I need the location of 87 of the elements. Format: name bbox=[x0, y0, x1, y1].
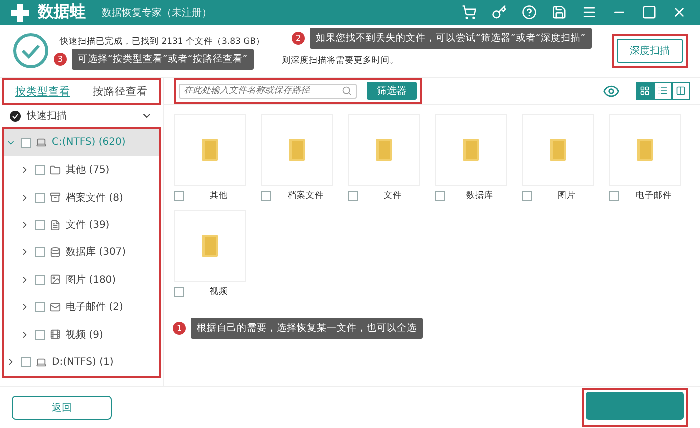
folder-icon bbox=[202, 235, 218, 257]
checkbox[interactable] bbox=[348, 191, 358, 201]
scan-note: 则深度扫描将需要更多时间。 bbox=[282, 54, 399, 66]
annotation-tooltip: 可选择“按类型查看”或者“按路径查看” bbox=[72, 49, 254, 70]
folder-name: 文件 bbox=[383, 190, 403, 202]
columns-view-button[interactable] bbox=[672, 82, 690, 100]
tree-label: 文件 (39) bbox=[66, 218, 110, 232]
checkbox[interactable] bbox=[21, 357, 31, 368]
checkbox[interactable] bbox=[435, 191, 445, 201]
tree-item[interactable]: D:(NTFS) (1) bbox=[4, 348, 159, 376]
tree-item[interactable]: 其他 (75) bbox=[4, 156, 159, 184]
scan-summary: 快速扫描已完成，已找到 2131 个文件（3.83 GB） bbox=[60, 36, 266, 48]
grid-view-button[interactable] bbox=[636, 82, 654, 100]
check-icon bbox=[10, 110, 21, 122]
folder-tile[interactable] bbox=[522, 114, 594, 186]
app-name: 数据蛙 bbox=[38, 2, 86, 23]
checkbox[interactable] bbox=[21, 138, 31, 148]
drive-icon bbox=[36, 356, 47, 368]
tree-label: 电子邮件 (2) bbox=[66, 300, 124, 314]
folder-name: 档案文件 bbox=[287, 190, 325, 202]
checkbox[interactable] bbox=[609, 191, 619, 201]
folder-name: 电子邮件 bbox=[635, 190, 673, 202]
folder-tile[interactable] bbox=[261, 114, 333, 186]
step-number: 3 bbox=[54, 53, 67, 66]
folder-name: 视频 bbox=[209, 286, 229, 298]
folder-tile[interactable] bbox=[609, 114, 681, 186]
image-icon bbox=[50, 274, 61, 286]
window-title: 数据恢复专家（未注册） bbox=[102, 6, 213, 20]
columns-icon bbox=[676, 86, 686, 96]
checkbox[interactable] bbox=[35, 220, 45, 230]
tree-label: C:(NTFS) (620) bbox=[52, 137, 126, 148]
checkbox[interactable] bbox=[174, 191, 184, 201]
step-number: 2 bbox=[292, 32, 305, 45]
video-icon bbox=[50, 329, 61, 340]
folder-icon bbox=[376, 139, 392, 161]
tree-item[interactable]: 文件 (39) bbox=[4, 211, 159, 239]
checkbox[interactable] bbox=[35, 330, 45, 340]
filter-button[interactable]: 筛选器 bbox=[367, 82, 417, 100]
tree-item[interactable]: 图片 (180) bbox=[4, 266, 159, 294]
check-circle-icon bbox=[12, 32, 50, 70]
tree-label: 数据库 (307) bbox=[66, 246, 126, 260]
annotation-tooltip: 根据自己的需要，选择恢复某一文件，也可以全选 bbox=[191, 318, 423, 339]
folder-icon bbox=[289, 139, 305, 161]
deep-scan-button[interactable]: 深度扫描 bbox=[617, 39, 683, 63]
grid-icon bbox=[640, 86, 650, 96]
list-icon bbox=[658, 86, 668, 96]
archive-icon bbox=[50, 192, 61, 204]
checkbox[interactable] bbox=[35, 302, 45, 312]
scan-mode-label: 快速扫描 bbox=[27, 110, 68, 123]
tree-label: 其他 (75) bbox=[66, 164, 110, 178]
tree-item[interactable]: 数据库 (307) bbox=[4, 238, 159, 266]
drive-icon bbox=[36, 137, 47, 148]
database-icon bbox=[50, 246, 61, 258]
tree-label: 视频 (9) bbox=[66, 328, 104, 342]
checkbox[interactable] bbox=[522, 191, 532, 201]
folder-name: 其他 bbox=[209, 190, 229, 202]
tree-label: 档案文件 (8) bbox=[66, 192, 124, 205]
folder-tile[interactable] bbox=[174, 210, 246, 282]
folder-name: 图片 bbox=[557, 190, 577, 202]
checkbox[interactable] bbox=[35, 247, 45, 258]
tree-label: 图片 (180) bbox=[66, 274, 116, 287]
list-view-button[interactable] bbox=[654, 82, 672, 100]
tree-item[interactable]: 档案文件 (8) bbox=[4, 184, 159, 212]
folder-tile[interactable] bbox=[348, 114, 420, 186]
folder-icon bbox=[637, 139, 653, 161]
checkbox[interactable] bbox=[261, 191, 271, 201]
search-icon[interactable] bbox=[342, 86, 352, 96]
step-number: 1 bbox=[173, 322, 186, 335]
folder-icon bbox=[550, 139, 566, 161]
checkbox[interactable] bbox=[35, 165, 45, 176]
email-icon bbox=[50, 302, 61, 313]
annotation-tooltip: 如果您找不到丢失的文件，可以尝试“筛选器”或者“深度扫描” bbox=[310, 28, 592, 49]
checkbox[interactable] bbox=[35, 274, 45, 285]
back-button[interactable]: 返回 bbox=[12, 396, 112, 420]
folder-icon bbox=[50, 164, 61, 176]
checkbox[interactable] bbox=[174, 287, 184, 297]
logo-icon bbox=[10, 2, 30, 22]
tree-item[interactable]: 电子邮件 (2) bbox=[4, 294, 159, 322]
tree-item[interactable]: 视频 (9) bbox=[4, 321, 159, 348]
folder-tile[interactable] bbox=[435, 114, 507, 186]
folder-icon bbox=[202, 139, 218, 161]
checkbox[interactable] bbox=[35, 192, 45, 203]
folder-tile[interactable] bbox=[174, 114, 246, 186]
tree-label: D:(NTFS) (1) bbox=[52, 356, 114, 368]
folder-name: 数据库 bbox=[466, 190, 494, 202]
document-icon bbox=[50, 220, 61, 231]
folder-icon bbox=[463, 139, 479, 161]
